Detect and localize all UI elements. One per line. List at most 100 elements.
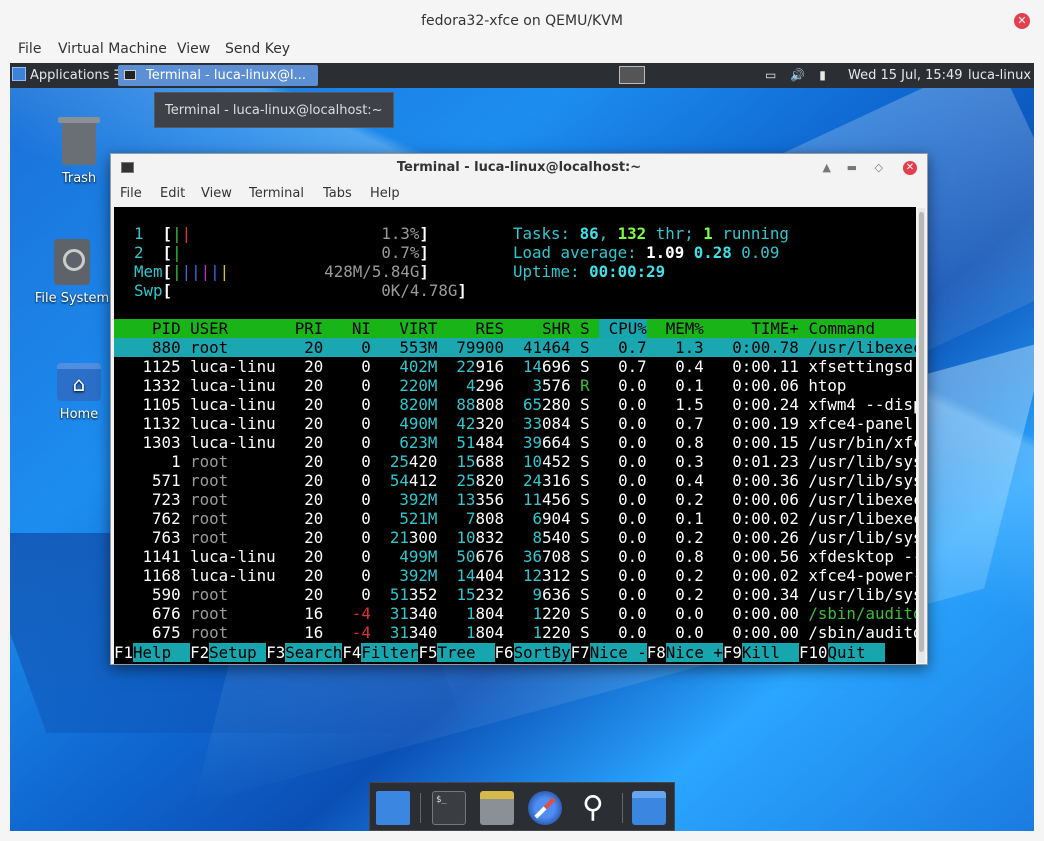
process-row[interactable]: 1168 luca-linu 20 0 392M 14404 12312 S 0…	[114, 566, 916, 585]
fkey-label-f5[interactable]: Tree	[437, 643, 495, 662]
tasks-label: Tasks:	[513, 224, 571, 243]
process-row[interactable]: 762 root 20 0 521M 7808 6904 S 0.0 0.1 0…	[114, 509, 916, 528]
shade-icon[interactable]: ▲	[823, 154, 831, 182]
terminal-menubar: File Edit View Terminal Tabs Help	[111, 182, 927, 206]
taskbar-tooltip: Terminal - luca-linux@localhost:~	[154, 92, 394, 128]
process-row[interactable]: 676 root 16 -4 31340 1804 1220 S 0.0 0.0…	[114, 604, 916, 623]
web-browser-icon[interactable]	[528, 791, 562, 825]
fkey-f9[interactable]: F9	[723, 643, 742, 662]
taskbar-terminal-label: Terminal - luca-linux@l...	[146, 68, 306, 83]
fkey-f3[interactable]: F3	[266, 643, 285, 662]
scrollbar-thumb[interactable]	[919, 212, 924, 652]
fkey-f6[interactable]: F6	[495, 643, 514, 662]
host-window-title: fedora32-xfce on QEMU/KVM	[421, 13, 623, 29]
host-menu-send-key[interactable]: Send Key	[225, 41, 290, 57]
column-header-res[interactable]: RES	[447, 319, 504, 338]
process-row[interactable]: 1 root 20 0 25420 15688 10452 S 0.0 0.3 …	[114, 452, 916, 471]
host-menu-file[interactable]: File	[18, 41, 41, 57]
fkey-label-f9[interactable]: Kill	[741, 643, 799, 662]
column-header-shr[interactable]: SHR	[514, 319, 571, 338]
battery-icon[interactable]: ▮	[819, 63, 826, 88]
fkey-label-f8[interactable]: Nice +	[665, 643, 723, 662]
fkey-f8[interactable]: F8	[647, 643, 666, 662]
column-header-user[interactable]: USER	[190, 319, 276, 338]
fkey-f10[interactable]: F10	[799, 643, 828, 662]
fkey-f5[interactable]: F5	[418, 643, 437, 662]
column-header-cpu[interactable]: CPU%	[599, 319, 647, 338]
column-header-pri[interactable]: PRI	[285, 319, 324, 338]
fkey-label-f10[interactable]: Quit	[827, 643, 885, 662]
fkey-f2[interactable]: F2	[190, 643, 209, 662]
process-row[interactable]: 1332 luca-linu 20 0 220M 4296 3576 R 0.0…	[114, 376, 916, 395]
fkey-label-f2[interactable]: Setup	[209, 643, 267, 662]
terminal-menu-edit[interactable]: Edit	[160, 186, 185, 201]
host-menu-virtual-machine[interactable]: Virtual Machine	[58, 41, 167, 57]
fkey-f1[interactable]: F1	[114, 643, 133, 662]
clock[interactable]: Wed 15 Jul, 15:49	[848, 63, 963, 88]
terminal-titlebar[interactable]: Terminal - luca-linux@localhost:~ ▲ ▬ ◇ …	[111, 154, 927, 182]
terminal-menu-help[interactable]: Help	[370, 186, 400, 201]
process-row[interactable]: 590 root 20 0 51352 15232 9636 S 0.0 0.2…	[114, 585, 916, 604]
terminal-launcher-icon[interactable]: $_	[432, 791, 466, 825]
desktop-icon-file-system[interactable]: File System	[34, 239, 110, 306]
fkey-label-f4[interactable]: Filter	[361, 643, 419, 662]
load-1: 1.09	[646, 243, 685, 262]
process-row[interactable]: 763 root 20 0 21300 10832 8540 S 0.0 0.2…	[114, 528, 916, 547]
uptime-label: Uptime:	[513, 262, 580, 281]
column-header-pid[interactable]: PID	[124, 319, 181, 338]
fkey-f7[interactable]: F7	[571, 643, 590, 662]
process-row[interactable]: 723 root 20 0 392M 13356 11456 S 0.0 0.2…	[114, 490, 916, 509]
process-row[interactable]: 1105 luca-linu 20 0 820M 88808 65280 S 0…	[114, 395, 916, 414]
process-row[interactable]: 1141 luca-linu 20 0 499M 50676 36708 S 0…	[114, 547, 916, 566]
system-tray: ▭ 🔊 ▮	[765, 63, 840, 88]
process-row[interactable]: 1303 luca-linu 20 0 623M 51484 39664 S 0…	[114, 433, 916, 452]
column-header-mem[interactable]: MEM%	[656, 319, 704, 338]
process-row[interactable]: 1132 luca-linu 20 0 490M 42320 33084 S 0…	[114, 414, 916, 433]
file-manager-icon[interactable]	[480, 791, 514, 825]
terminal-menu-view[interactable]: View	[201, 186, 232, 201]
search-icon[interactable]: ⚲	[576, 791, 610, 825]
host-close-button[interactable]: ✕	[1014, 13, 1030, 29]
terminal-icon	[121, 162, 134, 173]
terminal-menu-file[interactable]: File	[120, 186, 142, 201]
minimize-icon[interactable]: ▬	[847, 154, 857, 182]
fkey-label-f6[interactable]: SortBy	[513, 643, 571, 662]
column-header-ni[interactable]: NI	[333, 319, 371, 338]
cpu2-label: 2	[134, 243, 144, 262]
terminal-scrollbar[interactable]	[918, 208, 925, 663]
column-header-command[interactable]: Command	[808, 319, 916, 338]
column-header-virt[interactable]: VIRT	[380, 319, 437, 338]
volume-icon[interactable]: 🔊	[790, 63, 805, 88]
display-icon[interactable]: ▭	[765, 63, 776, 88]
terminal-menu-terminal[interactable]: Terminal	[249, 186, 304, 201]
load-15: 0.09	[741, 243, 780, 262]
host-menubar: File Virtual Machine View Send Key	[0, 40, 1044, 62]
maximize-icon[interactable]: ◇	[875, 154, 883, 182]
applications-menu-button[interactable]: Applications ☰	[12, 63, 125, 88]
show-desktop-icon[interactable]	[376, 791, 410, 825]
process-row[interactable]: 880 root 20 0 553M 79900 41464 S 0.7 1.3…	[114, 338, 916, 357]
terminal-window: Terminal - luca-linux@localhost:~ ▲ ▬ ◇ …	[110, 153, 928, 665]
applications-icon	[12, 67, 26, 81]
process-table-header[interactable]: PID USER PRI NI VIRT RES SHR S CPU% MEM%…	[114, 319, 916, 338]
process-row[interactable]: 571 root 20 0 54412 25820 24316 S 0.0 0.…	[114, 471, 916, 490]
terminal-close-button[interactable]: ✕	[903, 161, 917, 175]
host-menu-view[interactable]: View	[177, 41, 210, 57]
column-header-time[interactable]: TIME+	[713, 319, 799, 338]
user-menu[interactable]: luca-linux	[968, 63, 1031, 88]
workspace-switcher[interactable]	[619, 66, 645, 84]
fkey-label-f3[interactable]: Search	[285, 643, 343, 662]
taskbar-terminal-button[interactable]: Terminal - luca-linux@l...	[118, 65, 318, 86]
process-row[interactable]: 1125 luca-linu 20 0 402M 22916 14696 S 0…	[114, 357, 916, 376]
running-label: running	[722, 224, 789, 243]
process-row[interactable]: 675 root 16 -4 31340 1804 1220 S 0.0 0.0…	[114, 623, 916, 642]
fkey-f4[interactable]: F4	[342, 643, 361, 662]
uptime-meter: Uptime: 00:00:29	[513, 262, 665, 281]
fkey-label-f1[interactable]: Help	[133, 643, 191, 662]
terminal-screen[interactable]: 1 [|| 1.3%] 2 [| 0.7%] Mem[|||||| 428M/5…	[114, 207, 916, 664]
folder-icon[interactable]	[632, 791, 666, 825]
terminal-menu-tabs[interactable]: Tabs	[323, 186, 352, 201]
applications-label: Applications	[30, 68, 110, 83]
column-header-s[interactable]: S	[580, 319, 590, 338]
fkey-label-f7[interactable]: Nice -	[589, 643, 647, 662]
